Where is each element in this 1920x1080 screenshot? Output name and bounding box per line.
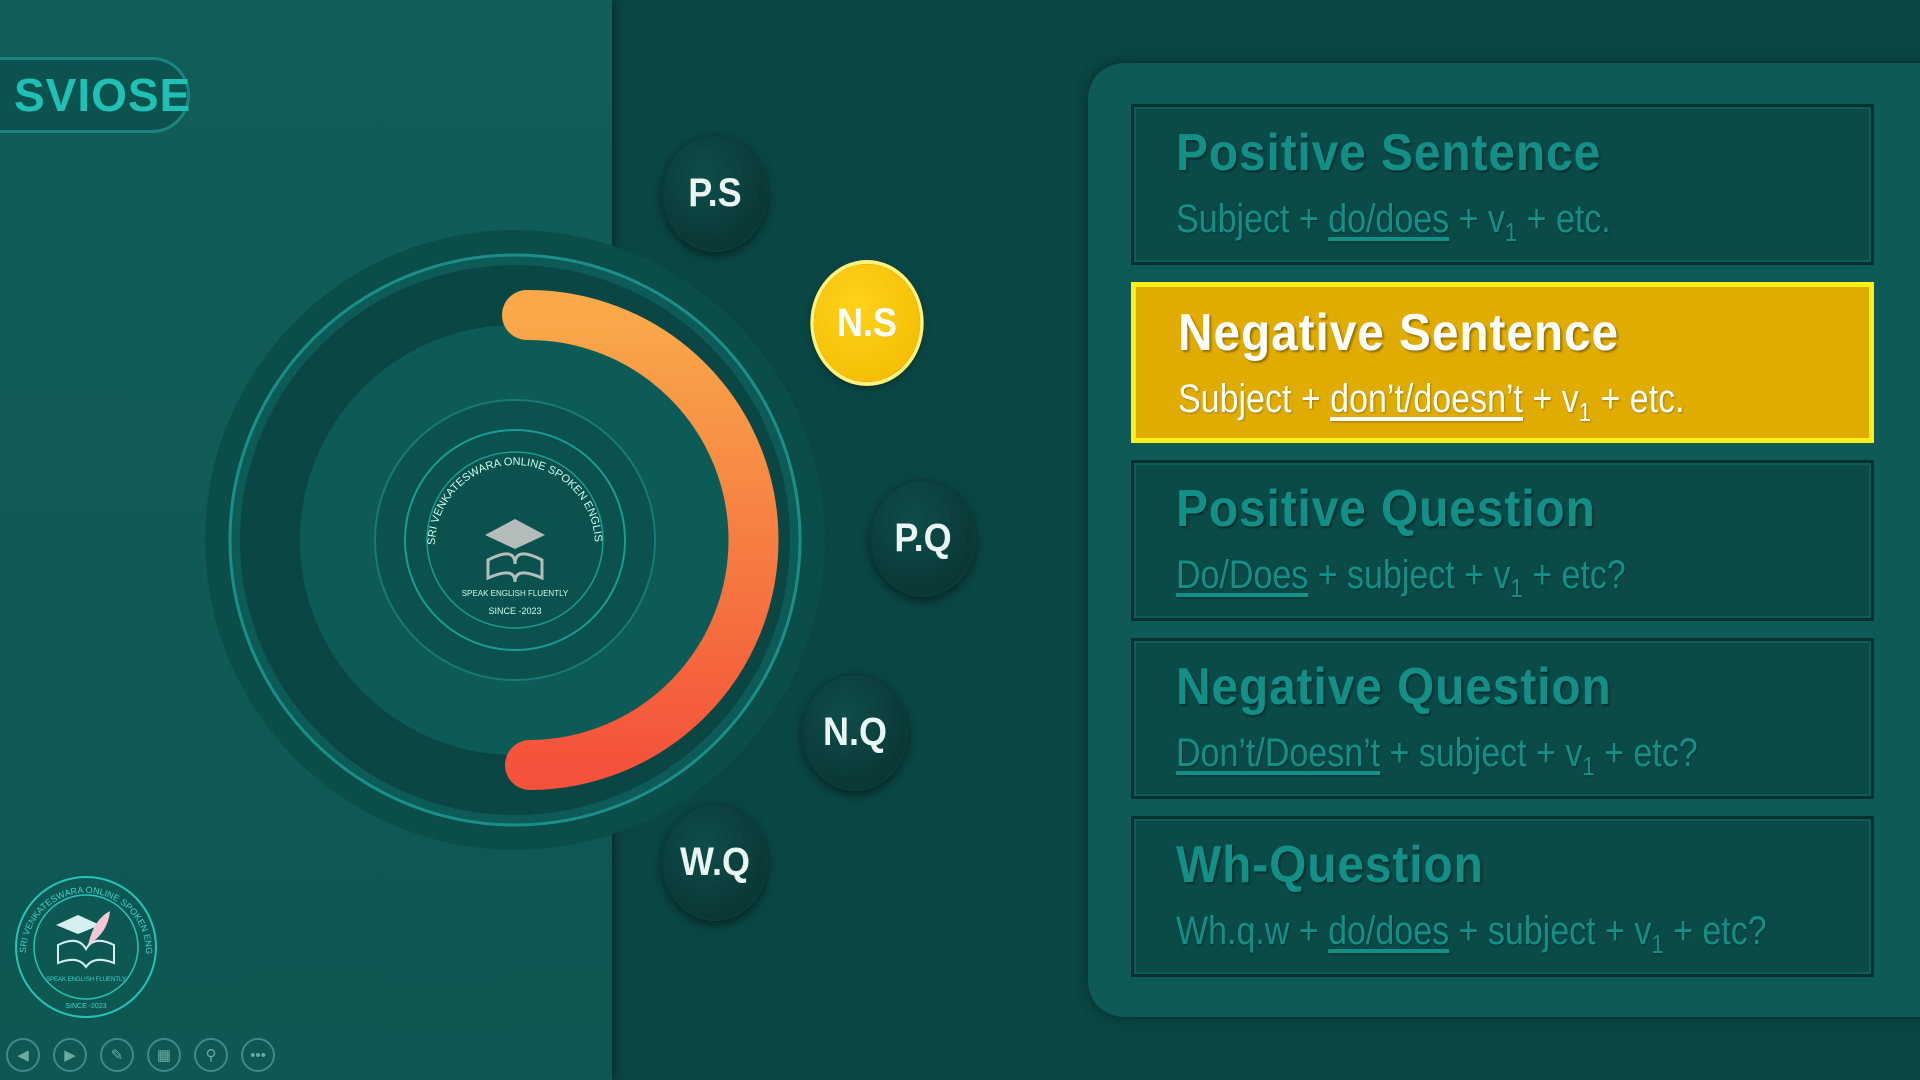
more-icon[interactable]: •••: [241, 1038, 275, 1072]
card-title: Positive Sentence: [1176, 124, 1602, 182]
card-formula: Do/Does + subject + v1 + etc?: [1176, 553, 1626, 603]
card-title: Positive Question: [1176, 480, 1596, 538]
slideshow-toolbar: ◀ ▶ ✎ ▦ ⚲ •••: [6, 1038, 275, 1072]
card-wh-question[interactable]: Wh-Question Wh.q.w + do/does + subject +…: [1131, 816, 1874, 977]
zoom-icon[interactable]: ⚲: [194, 1038, 228, 1072]
node-nq[interactable]: N.Q: [801, 673, 909, 791]
node-ps[interactable]: P.S: [661, 134, 769, 252]
previous-icon[interactable]: ◀: [6, 1038, 40, 1072]
book-icon: [57, 939, 115, 969]
svg-text:SINCE -2023: SINCE -2023: [65, 1003, 106, 1010]
card-formula: Don’t/Doesn’t + subject + v1 + etc?: [1176, 731, 1698, 781]
svg-text:SRI VENKATESWARA ONLINE SPOKEN: SRI VENKATESWARA ONLINE SPOKEN ENGLISH S…: [14, 875, 154, 954]
card-title: Negative Sentence: [1178, 304, 1620, 362]
card-formula: Wh.q.w + do/does + subject + v1 + etc?: [1176, 909, 1767, 959]
card-negative-question[interactable]: Negative Question Don’t/Doesn’t + subjec…: [1131, 638, 1874, 799]
next-icon[interactable]: ▶: [53, 1038, 87, 1072]
card-formula: Subject + don’t/doesn’t + v1 + etc.: [1178, 377, 1685, 427]
card-positive-sentence[interactable]: Positive Sentence Subject + do/does + v1…: [1131, 104, 1874, 265]
node-pq[interactable]: P.Q: [869, 479, 977, 597]
center-logo-tagline: SPEAK ENGLISH FLUENTLY: [462, 589, 569, 598]
card-negative-sentence[interactable]: Negative Sentence Subject + don’t/doesn’…: [1131, 282, 1874, 443]
node-wq[interactable]: W.Q: [661, 803, 769, 921]
center-logo-since: SINCE -2023: [488, 606, 541, 616]
card-title: Wh-Question: [1176, 836, 1484, 894]
card-title: Negative Question: [1176, 658, 1612, 716]
slides-icon[interactable]: ▦: [147, 1038, 181, 1072]
pen-icon[interactable]: ✎: [100, 1038, 134, 1072]
node-ns[interactable]: N.S: [813, 264, 921, 382]
school-logo: SRI VENKATESWARA ONLINE SPOKEN ENGLISH S…: [14, 875, 157, 1018]
card-positive-question[interactable]: Positive Question Do/Does + subject + v1…: [1131, 460, 1874, 621]
svg-text:SPEAK ENGLISH FLUENTLY: SPEAK ENGLISH FLUENTLY: [46, 977, 126, 983]
card-formula: Subject + do/does + v1 + etc.: [1176, 197, 1611, 247]
